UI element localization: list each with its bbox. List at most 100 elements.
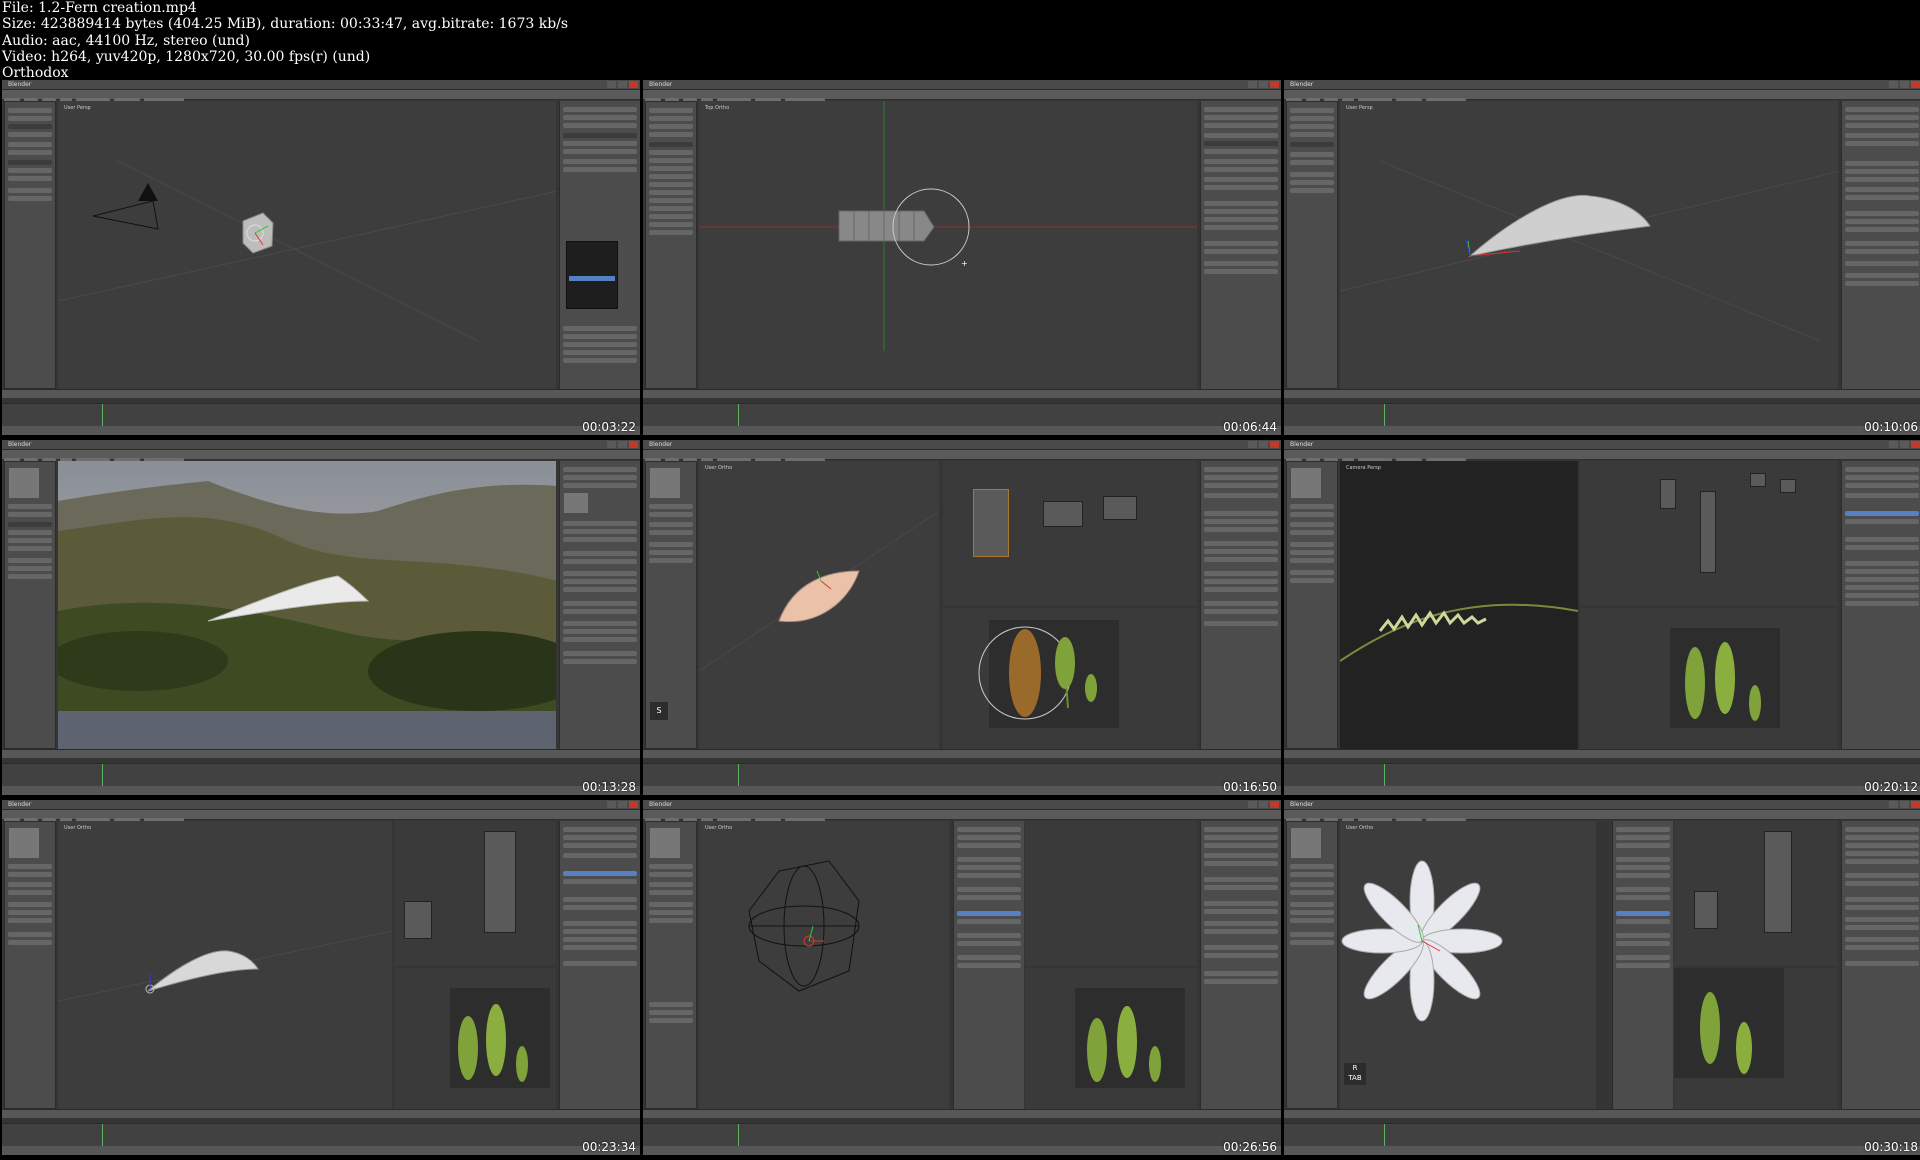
viewport-header[interactable] <box>643 389 1281 398</box>
node-editor[interactable] <box>1025 821 1197 966</box>
timeline-header[interactable] <box>1284 1146 1920 1155</box>
viewport-header[interactable] <box>1284 1109 1920 1118</box>
tool-shelf[interactable] <box>1286 461 1338 749</box>
timeline-header[interactable] <box>2 426 640 435</box>
3d-viewport[interactable]: User Ortho <box>58 821 392 1109</box>
minimize-icon[interactable] <box>607 801 616 808</box>
close-icon[interactable] <box>1911 441 1920 448</box>
render-view[interactable] <box>58 461 556 749</box>
close-icon[interactable] <box>1270 801 1279 808</box>
timeline-header[interactable] <box>2 786 640 795</box>
output-node[interactable] <box>1103 496 1137 520</box>
minimize-icon[interactable] <box>607 81 616 88</box>
properties-panel[interactable] <box>1841 461 1920 749</box>
thumbnail-tile-8[interactable]: Blender User Ortho 00:26:56 <box>643 800 1281 1155</box>
properties-panel[interactable] <box>1200 101 1281 389</box>
close-icon[interactable] <box>1911 81 1920 88</box>
menu-bar[interactable] <box>2 450 640 464</box>
timeline[interactable] <box>2 763 640 786</box>
menu-bar[interactable] <box>2 90 640 104</box>
viewport-header[interactable] <box>2 1109 640 1118</box>
uv-image-editor[interactable] <box>1674 968 1838 1109</box>
menu-bar[interactable] <box>643 90 1281 104</box>
maximize-icon[interactable] <box>618 441 627 448</box>
timeline[interactable] <box>1284 763 1920 786</box>
close-icon[interactable] <box>629 81 638 88</box>
viewport-header[interactable] <box>643 749 1281 758</box>
3d-viewport[interactable]: User Ortho <box>699 461 939 749</box>
uv-image-editor[interactable] <box>1025 968 1197 1109</box>
properties-panel[interactable] <box>559 461 640 749</box>
3d-viewport[interactable]: Top Ortho + <box>699 101 1197 389</box>
tool-shelf[interactable] <box>645 821 697 1109</box>
thumbnail-tile-2[interactable]: Blender Top Ortho + 00:06:44 <box>643 80 1281 435</box>
menu-bar[interactable] <box>643 450 1281 464</box>
node-editor[interactable] <box>1674 821 1838 966</box>
timeline-header[interactable] <box>1284 426 1920 435</box>
viewport-header[interactable] <box>2 389 640 398</box>
node-editor[interactable] <box>394 821 556 966</box>
maximize-icon[interactable] <box>1900 81 1909 88</box>
timeline[interactable] <box>1284 1123 1920 1146</box>
viewport-header[interactable] <box>2 749 640 758</box>
minimize-icon[interactable] <box>1889 81 1898 88</box>
timeline[interactable] <box>643 403 1281 426</box>
maximize-icon[interactable] <box>1900 441 1909 448</box>
thumbnail-tile-7[interactable]: Blender User Ortho 00:23:34 <box>2 800 640 1155</box>
tool-shelf[interactable] <box>1286 821 1338 1109</box>
viewport-header[interactable] <box>1284 749 1920 758</box>
thumbnail-tile-4[interactable]: Blender 00:13:28 <box>2 440 640 795</box>
node-properties[interactable] <box>1612 821 1673 1109</box>
timeline-header[interactable] <box>2 1146 640 1155</box>
menu-bar[interactable] <box>1284 450 1920 464</box>
maximize-icon[interactable] <box>1259 801 1268 808</box>
timeline[interactable] <box>643 763 1281 786</box>
minimize-icon[interactable] <box>1889 801 1898 808</box>
timeline-header[interactable] <box>643 786 1281 795</box>
properties-panel[interactable] <box>559 821 640 1109</box>
tool-shelf[interactable] <box>1286 101 1338 389</box>
timeline[interactable] <box>643 1123 1281 1146</box>
node-editor[interactable] <box>943 461 1197 606</box>
maximize-icon[interactable] <box>618 801 627 808</box>
timeline[interactable] <box>2 403 640 426</box>
shader-node[interactable] <box>1043 501 1083 527</box>
minimize-icon[interactable] <box>607 441 616 448</box>
maximize-icon[interactable] <box>1900 801 1909 808</box>
thumbnail-tile-5[interactable]: Blender S User Ortho 00:16:50 <box>643 440 1281 795</box>
maximize-icon[interactable] <box>1259 441 1268 448</box>
timeline[interactable] <box>1284 403 1920 426</box>
3d-viewport[interactable]: User Ortho R TAB <box>1340 821 1596 1109</box>
timeline[interactable] <box>2 1123 640 1146</box>
uv-image-editor[interactable] <box>943 608 1197 749</box>
minimize-icon[interactable] <box>1889 441 1898 448</box>
uv-image-editor[interactable] <box>394 968 556 1109</box>
dropdown-menu[interactable] <box>566 241 618 309</box>
menu-bar[interactable] <box>1284 810 1920 824</box>
timeline-header[interactable] <box>1284 786 1920 795</box>
tool-shelf[interactable] <box>4 821 56 1109</box>
close-icon[interactable] <box>1270 441 1279 448</box>
thumbnail-tile-1[interactable]: Blender User Persp 00:03:22 <box>2 80 640 435</box>
maximize-icon[interactable] <box>1259 81 1268 88</box>
properties-panel[interactable] <box>1200 821 1281 1109</box>
close-icon[interactable] <box>1911 801 1920 808</box>
menu-bar[interactable] <box>1284 90 1920 104</box>
minimize-icon[interactable] <box>1248 441 1257 448</box>
3d-viewport[interactable]: User Persp <box>58 101 556 389</box>
thumbnail-tile-3[interactable]: Blender User Persp 00:10:06 <box>1284 80 1920 435</box>
thumbnail-tile-6[interactable]: Blender Camera Persp 00:20:12 <box>1284 440 1920 795</box>
3d-viewport[interactable]: User Persp <box>1340 101 1838 389</box>
properties-panel[interactable] <box>1200 461 1281 749</box>
thumbnail-tile-9[interactable]: Blender User Ortho R TAB 00:30:18 <box>1284 800 1920 1155</box>
close-icon[interactable] <box>629 801 638 808</box>
close-icon[interactable] <box>1270 81 1279 88</box>
3d-viewport[interactable]: User Ortho <box>699 821 949 1109</box>
properties-panel[interactable] <box>1841 101 1920 389</box>
uv-image-editor[interactable] <box>1580 608 1838 749</box>
viewport-header[interactable] <box>643 1109 1281 1118</box>
node-properties[interactable] <box>953 821 1024 1109</box>
minimize-icon[interactable] <box>1248 801 1257 808</box>
tool-shelf[interactable] <box>4 461 56 749</box>
minimize-icon[interactable] <box>1248 81 1257 88</box>
